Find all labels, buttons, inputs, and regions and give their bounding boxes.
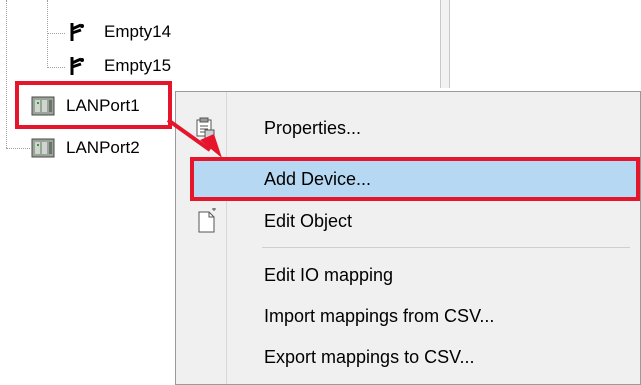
annotation-arrow-icon bbox=[166, 118, 222, 158]
